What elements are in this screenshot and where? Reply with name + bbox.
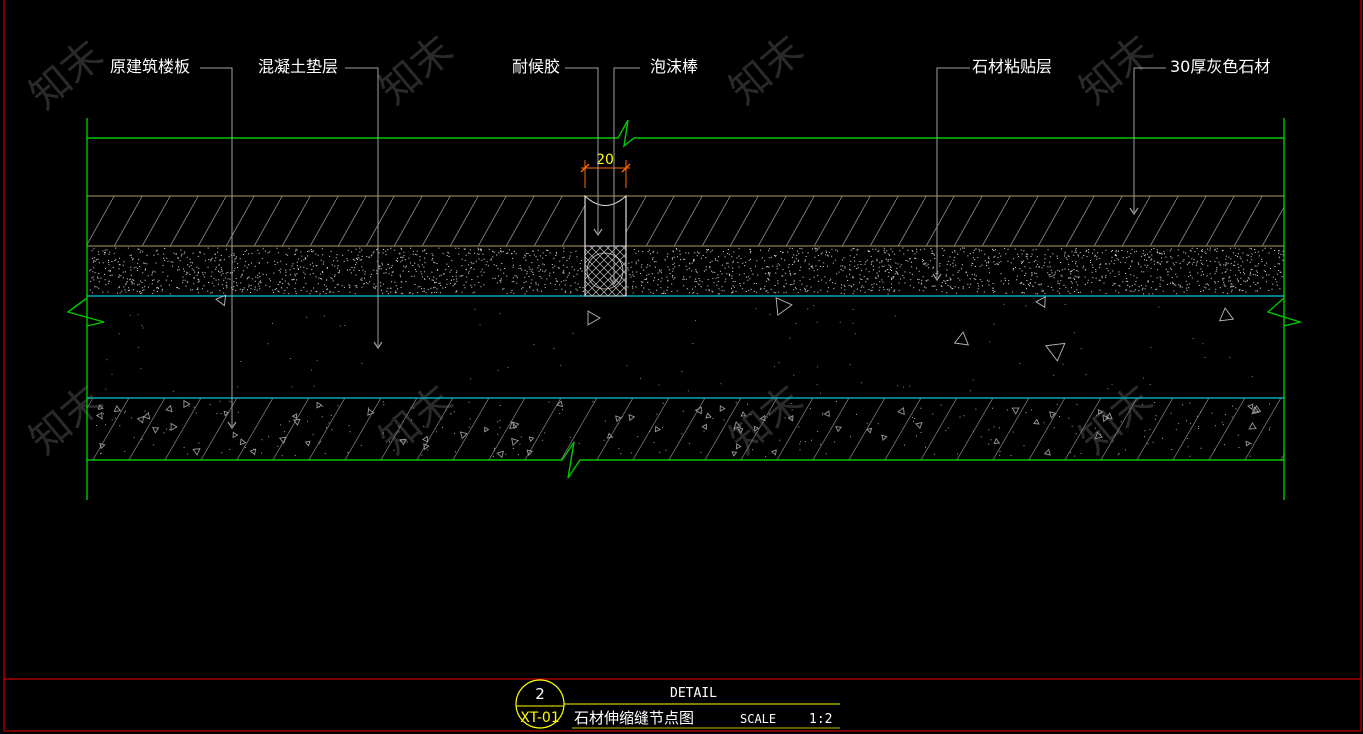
drawing-canvas: 知末知末知末知末知末知末知末知末 20 xyxy=(3,0,1362,732)
aggregate-mark xyxy=(1218,307,1235,322)
sheet-border xyxy=(3,0,1362,732)
leader-lines xyxy=(200,67,1166,426)
foam-rod xyxy=(584,245,627,297)
label-grey-stone-30: 30厚灰色石材 xyxy=(1170,57,1270,76)
stone-layer-right xyxy=(626,196,1284,246)
detail-title: 石材伸缩缝节点图 xyxy=(574,709,694,727)
adhesive-layer xyxy=(89,247,1284,295)
joint-dimension: 20 xyxy=(580,152,631,188)
label-original-slab: 原建筑楼板 xyxy=(110,57,190,76)
aggregate-mark xyxy=(587,310,601,326)
sheet-ref: XT-01 xyxy=(520,710,559,726)
aggregate-mark xyxy=(1045,342,1066,362)
sealant-profile xyxy=(584,194,627,247)
concrete-cushion-layer xyxy=(105,294,1253,394)
watermark-text: 知末 xyxy=(21,32,112,119)
aggregate-mark xyxy=(775,297,793,316)
watermark-text: 知末 xyxy=(371,27,462,114)
expansion-joint xyxy=(584,194,627,297)
watermark-text: 知末 xyxy=(721,27,812,114)
detail-number: 2 xyxy=(535,685,545,703)
aggregate-mark xyxy=(953,331,970,346)
scale-word: SCALE xyxy=(740,712,776,726)
label-foam-rod: 泡沫棒 xyxy=(650,57,698,76)
aggregate-mark xyxy=(215,294,227,307)
title-block: 2 XT-01 DETAIL 石材伸缩缝节点图 SCALE 1:2 xyxy=(515,679,840,729)
stone-layer-left xyxy=(87,196,585,246)
slab-layer xyxy=(87,398,1284,460)
label-concrete-cushion: 混凝土垫层 xyxy=(258,57,338,76)
watermark-text: 知末 xyxy=(1071,27,1162,114)
label-stone-adhesive-layer: 石材粘贴层 xyxy=(972,57,1052,76)
label-weather-sealant: 耐候胶 xyxy=(512,57,560,76)
scale-value: 1:2 xyxy=(809,712,832,727)
dimension-value: 20 xyxy=(596,152,614,168)
detail-word: DETAIL xyxy=(670,686,717,701)
aggregate-mark xyxy=(1035,296,1046,309)
